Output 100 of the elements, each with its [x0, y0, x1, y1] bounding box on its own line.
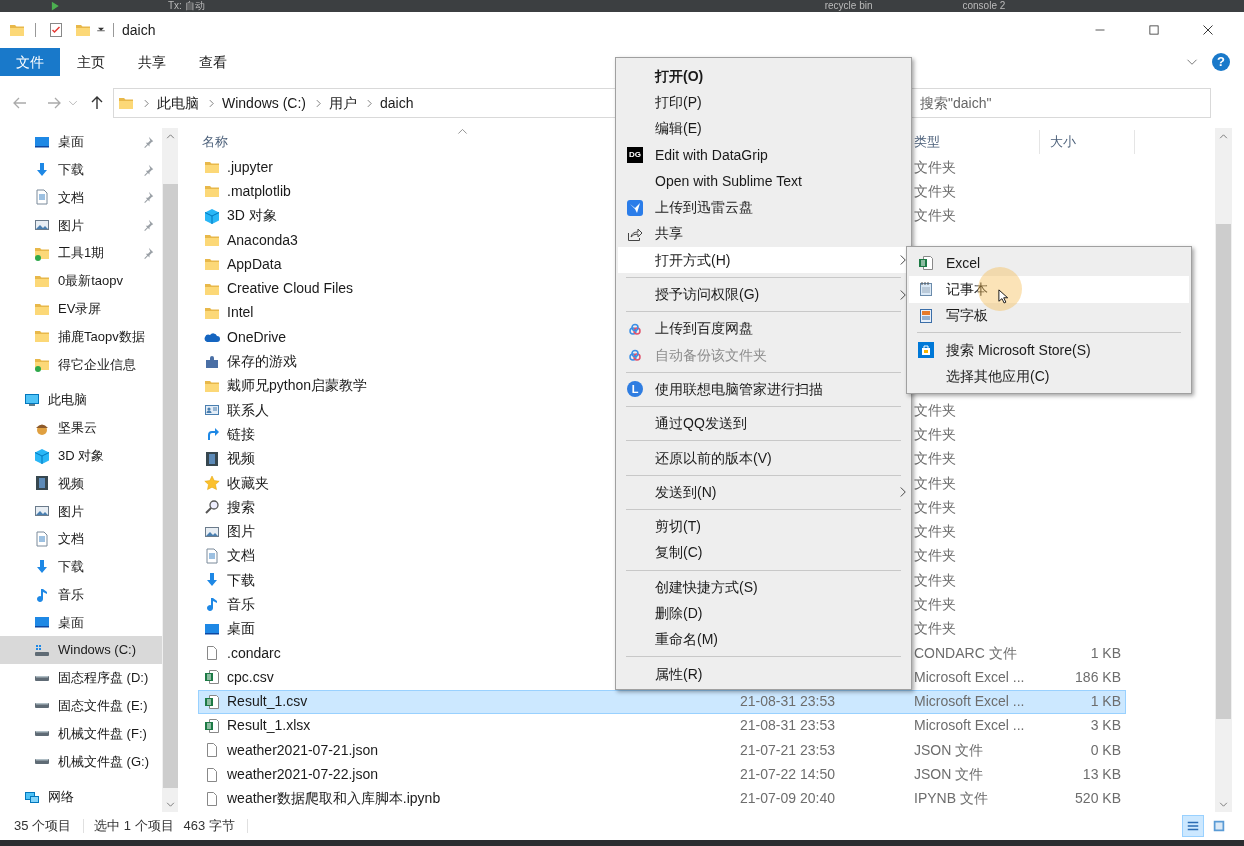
column-header[interactable]: 名称 — [202, 133, 228, 149]
breadcrumb[interactable]: Windows (C:) — [222, 92, 306, 114]
toolbar-label[interactable]: console 2 — [962, 0, 1006, 12]
spreadsheet-icon — [204, 693, 220, 710]
breadcrumb[interactable]: daich — [380, 92, 414, 114]
menu-item[interactable]: 共享 — [618, 220, 909, 248]
nav-item[interactable]: Windows (C:) — [0, 636, 162, 665]
music-note-icon — [204, 596, 220, 613]
menu-item[interactable]: 上传到迅雷云盘 — [618, 194, 909, 221]
puzzle-icon — [204, 353, 220, 370]
menu-item[interactable]: 授予访问权限(G) — [618, 281, 909, 308]
file-type: 文件夹 — [914, 498, 956, 515]
menu-item[interactable]: 复制(C) — [618, 539, 909, 567]
folder-icon — [204, 232, 220, 249]
menu-item[interactable]: 记事本 — [909, 276, 1189, 303]
menu-item[interactable]: 编辑(E) — [618, 115, 909, 142]
toolbar-label[interactable]: recycle bin — [824, 0, 873, 12]
modified-date: 21-07-09 20:40 — [740, 790, 835, 807]
item-count: 35 个项目 — [14, 817, 72, 836]
nav-item[interactable]: 图片 — [0, 497, 162, 526]
nav-item[interactable]: 3D 对象 — [0, 441, 162, 470]
toolbar-label[interactable]: Tx: 自动 — [168, 0, 205, 12]
nav-item[interactable]: 机械文件盘 (G:) — [0, 747, 162, 776]
menu-item[interactable]: 还原以前的版本(V) — [618, 444, 909, 472]
menu-item[interactable]: 发送到(N) — [618, 479, 909, 506]
file-icon — [204, 742, 220, 759]
synced-folder-icon — [34, 356, 50, 373]
file-type: Microsoft Excel ... — [914, 693, 1025, 710]
file-name: .matplotlib — [227, 181, 291, 201]
modified-date: 21-08-31 23:53 — [740, 693, 835, 710]
nav-item[interactable]: EV录屏 — [0, 294, 162, 323]
menu-item[interactable]: 属性(R) — [618, 660, 909, 688]
nav-item[interactable]: 此电脑 — [0, 386, 162, 414]
menu-item[interactable]: DG Edit with DataGrip — [618, 141, 909, 169]
folder-icon — [204, 159, 220, 176]
file-name: 链接 — [227, 424, 255, 444]
menu-item[interactable]: L 使用联想电脑管家进行扫描 — [618, 376, 909, 403]
close-icon — [1202, 24, 1214, 36]
nav-item[interactable]: 音乐 — [0, 580, 162, 609]
breadcrumb[interactable]: 用户 — [329, 92, 357, 114]
nav-item[interactable]: 捕鹿Taopv数据 — [0, 322, 162, 351]
file-type: 文件夹 — [914, 571, 956, 588]
ribbon-tab[interactable]: 主页 — [60, 48, 121, 76]
menu-item[interactable]: 通过QQ发送到 — [618, 410, 909, 437]
nav-item[interactable]: 网络 — [0, 783, 162, 812]
nav-item[interactable]: 桌面 — [0, 608, 162, 637]
file-type: 文件夹 — [914, 207, 956, 224]
help-button[interactable]: ? — [1212, 53, 1230, 71]
menu-item[interactable]: 重命名(M) — [618, 626, 909, 653]
details-view-button[interactable] — [1182, 815, 1204, 837]
forward-arrow-icon — [46, 95, 62, 111]
cube-icon — [204, 207, 220, 224]
menu-item[interactable]: 创建快捷方式(S) — [618, 574, 909, 601]
scrollbar-thumb[interactable] — [1216, 224, 1231, 719]
wordpad-icon — [918, 307, 934, 324]
nav-item[interactable]: 视频 — [0, 469, 162, 498]
menu-item[interactable]: 打开(O) — [618, 63, 909, 90]
nav-item[interactable]: 文档 — [0, 525, 162, 553]
ribbon-tab[interactable]: 查看 — [182, 48, 243, 76]
menu-item[interactable]: 剪切(T) — [618, 513, 909, 540]
nav-item[interactable]: 0最新taopv — [0, 267, 162, 295]
menu-item[interactable]: 上传到百度网盘 — [618, 315, 909, 342]
sort-caret-icon — [457, 126, 468, 137]
nav-item[interactable]: 得它企业信息 — [0, 350, 162, 379]
file-menu-button[interactable]: 文件 — [0, 48, 60, 76]
menu-item[interactable]: 打开方式(H) — [618, 247, 909, 274]
nav-item[interactable]: 工具1期 — [0, 239, 162, 267]
pin-icon — [142, 191, 154, 204]
drive-icon — [34, 702, 50, 710]
file-size: 0 KB — [1090, 741, 1121, 758]
selection-size: 463 字节 — [183, 817, 235, 836]
nav-item[interactable]: 桌面 — [0, 128, 162, 156]
menu-item[interactable]: 搜索 Microsoft Store(S) — [909, 336, 1189, 364]
column-header[interactable]: 类型 — [914, 131, 940, 152]
file-type: IPYNB 文件 — [914, 790, 988, 807]
details-view-icon — [1186, 819, 1200, 833]
nav-item[interactable]: 下载 — [0, 552, 162, 581]
menu-item[interactable]: 选择其他应用(C) — [909, 363, 1189, 390]
menu-item[interactable]: Excel — [909, 250, 1189, 277]
file-row[interactable]: Result_1.csv 21-08-31 23:53 Microsoft Excel ... 1 KB — [198, 689, 1126, 714]
column-header[interactable]: 大小 — [1050, 131, 1076, 152]
nav-item[interactable]: 坚果云 — [0, 413, 162, 442]
nav-item[interactable]: 机械文件盘 (F:) — [0, 719, 162, 748]
menu-item[interactable]: 删除(D) — [618, 600, 909, 627]
nav-item[interactable]: 图片 — [0, 211, 162, 240]
ribbon-tab[interactable]: 共享 — [121, 48, 182, 76]
nav-item[interactable]: 固态文件盘 (E:) — [0, 691, 162, 720]
menu-item[interactable]: 写字板 — [909, 302, 1189, 329]
file-name: 音乐 — [227, 595, 255, 614]
file-name: AppData — [227, 254, 282, 274]
file-type: Microsoft Excel ... — [914, 668, 1025, 685]
nav-item[interactable]: 文档 — [0, 183, 162, 212]
nav-item[interactable]: 下载 — [0, 155, 162, 184]
modified-date: 21-08-31 23:53 — [740, 717, 835, 734]
breadcrumb[interactable]: 此电脑 — [157, 92, 199, 114]
menu-item[interactable]: Open with Sublime Text — [618, 168, 909, 195]
maximize-icon — [1148, 24, 1160, 36]
nav-item[interactable]: 固态程序盘 (D:) — [0, 664, 162, 692]
notepad-icon — [918, 281, 934, 298]
scrollbar[interactable] — [1215, 128, 1232, 812]
